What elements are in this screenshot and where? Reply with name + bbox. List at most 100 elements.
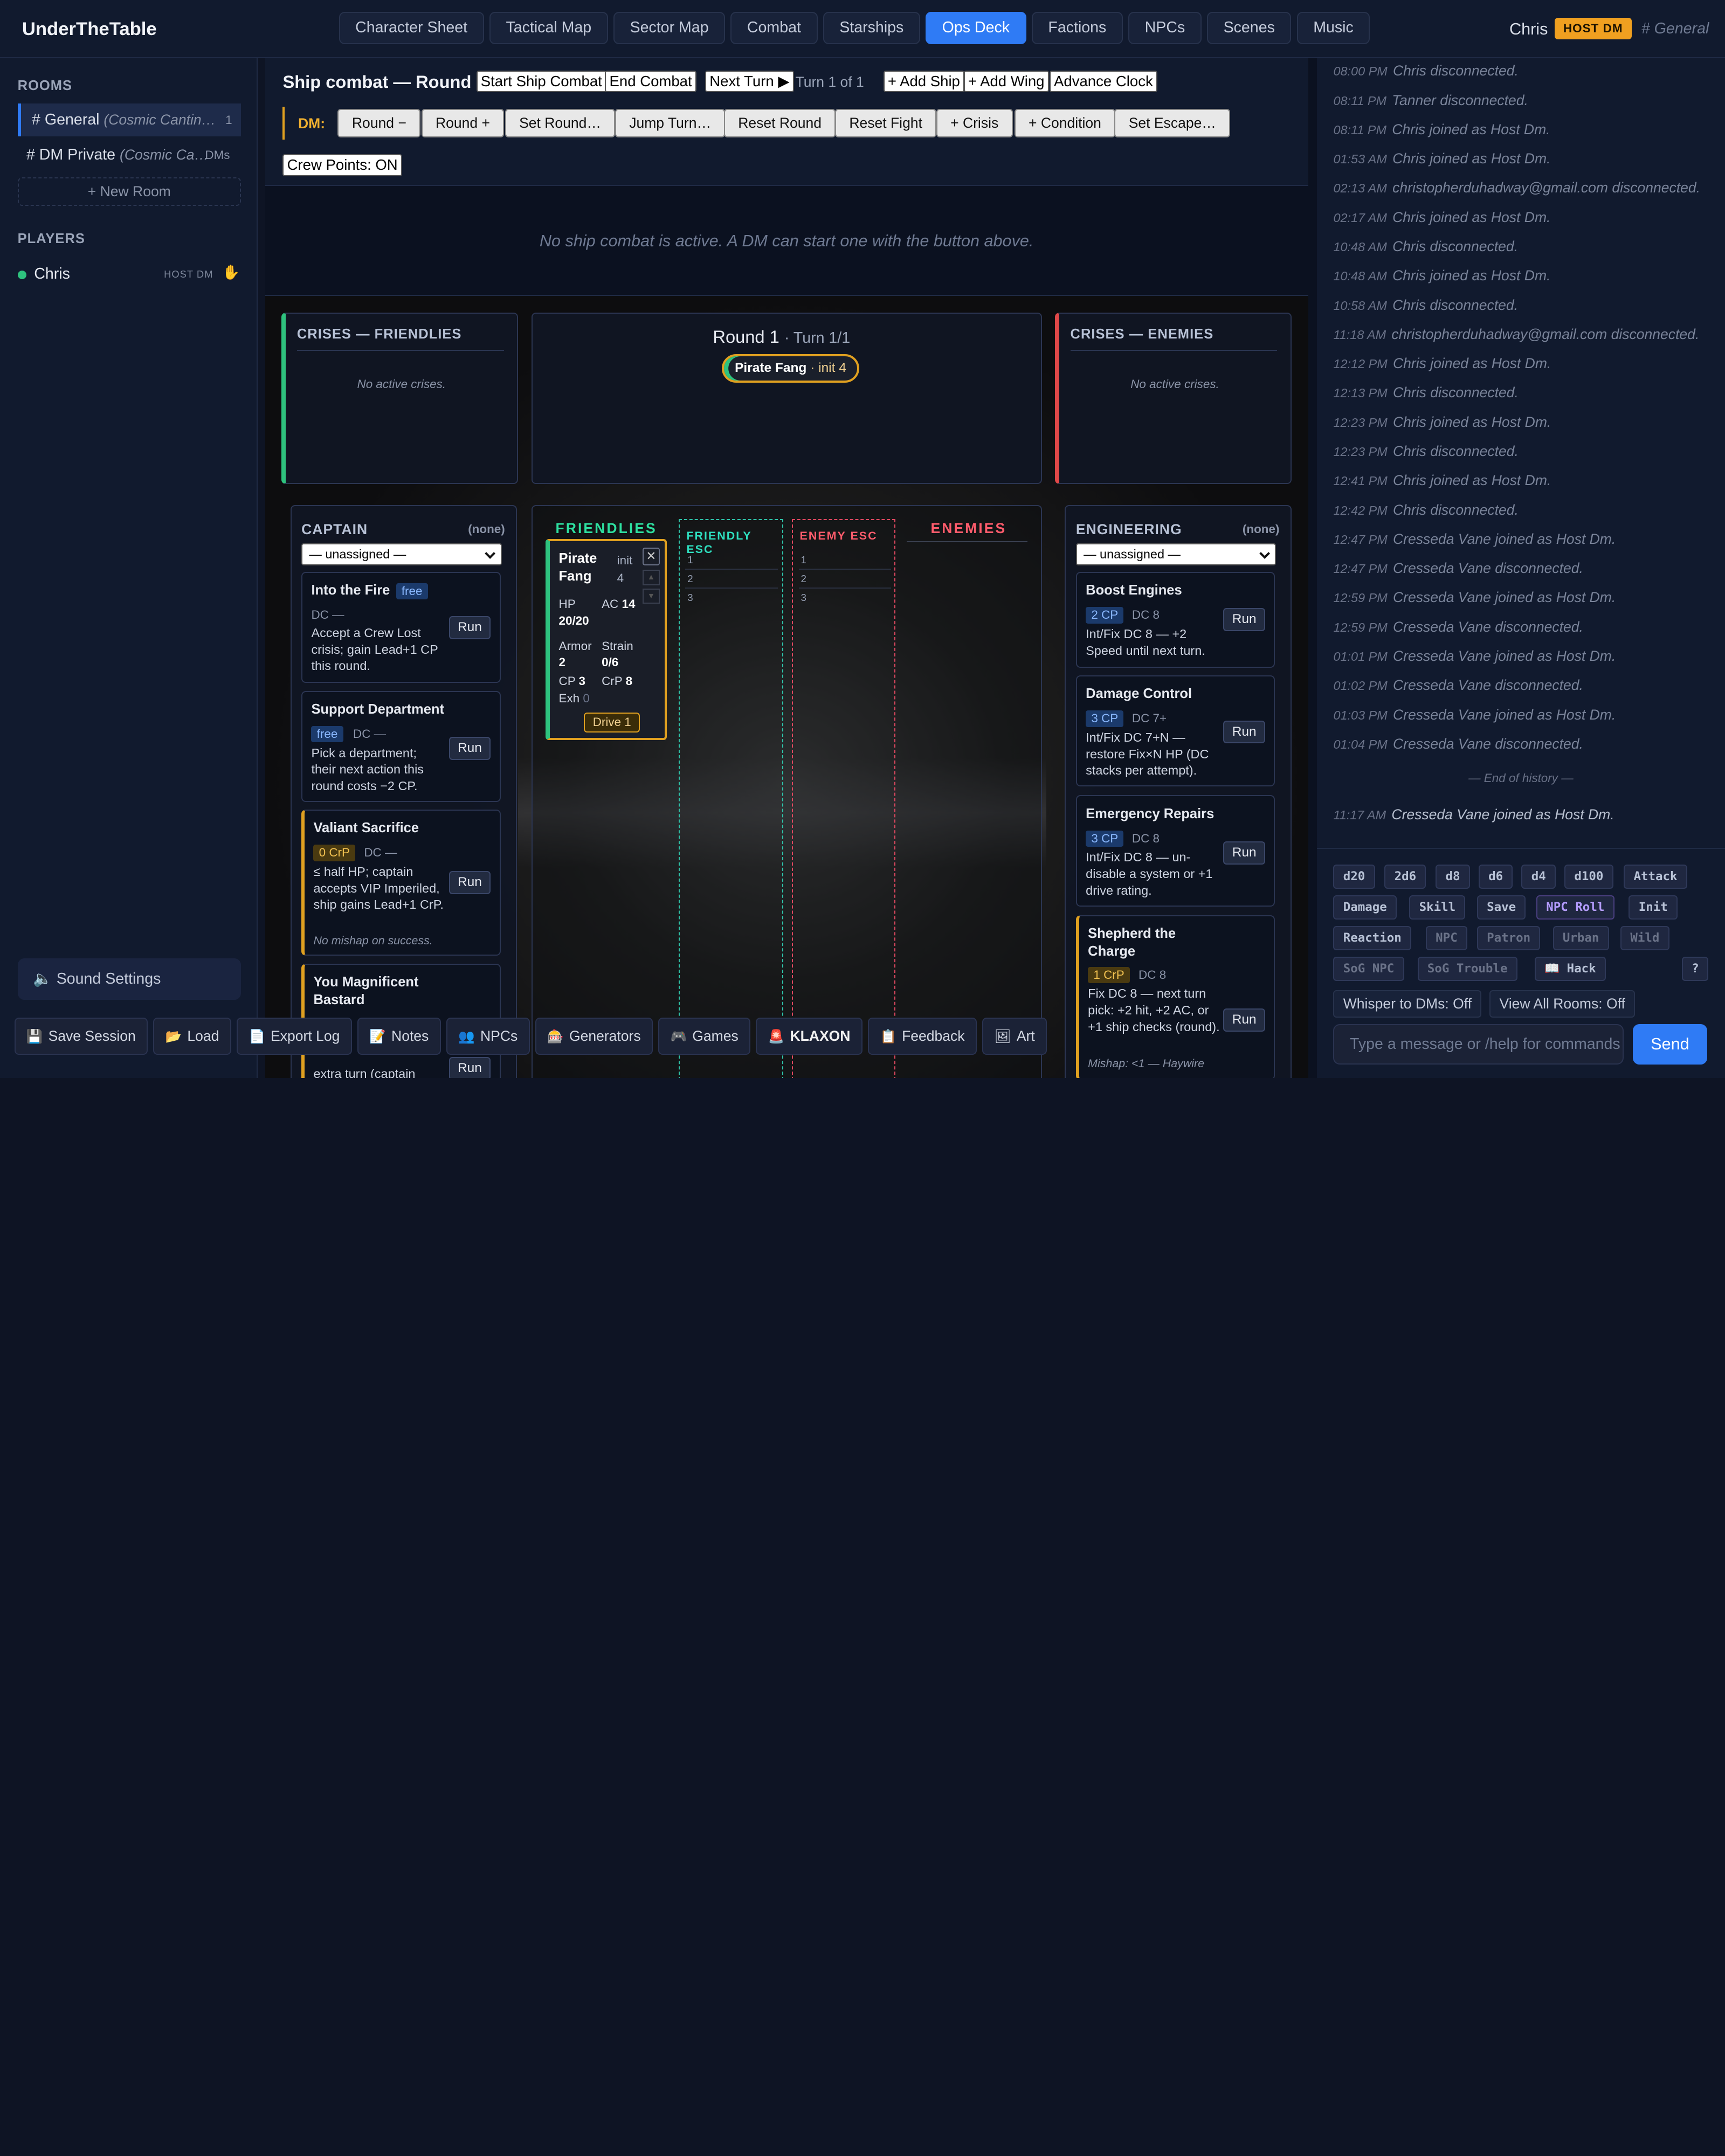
- run-action-button[interactable]: Run: [448, 1057, 491, 1078]
- dice-chip-npc-roll[interactable]: NPC Roll: [1536, 895, 1614, 920]
- tab-combat[interactable]: Combat: [730, 12, 818, 44]
- escape-slot[interactable]: 3: [685, 589, 777, 607]
- help-button[interactable]: ?: [1682, 957, 1709, 982]
- round-minus-button[interactable]: Round −: [337, 109, 421, 138]
- set-round-button[interactable]: Set Round…: [505, 109, 616, 138]
- dice-chip-sog-npc[interactable]: SoG NPC: [1333, 957, 1404, 982]
- initiative-pill[interactable]: Pirate Fang · init 4: [721, 354, 860, 383]
- crew-points-toggle[interactable]: Crew Points: ON: [282, 154, 402, 176]
- player-item[interactable]: Chris HOST DM ✋: [17, 264, 241, 286]
- escape-slot[interactable]: 3: [799, 589, 891, 607]
- dice-chip-patron[interactable]: Patron: [1476, 926, 1541, 951]
- dice-chip-sog-trouble[interactable]: SoG Trouble: [1417, 957, 1517, 982]
- add-wing-button[interactable]: + Add Wing: [963, 70, 1049, 93]
- dice-chip-2d6[interactable]: 2d6: [1384, 865, 1426, 889]
- end-combat-button[interactable]: End Combat: [605, 70, 696, 93]
- engineering-assign-select[interactable]: — unassigned —: [1075, 543, 1276, 565]
- dice-chip-d20[interactable]: d20: [1333, 865, 1375, 889]
- run-action-button[interactable]: Run: [448, 737, 491, 761]
- save-session-button[interactable]: 💾 Save Session: [14, 1017, 148, 1055]
- export-log-button[interactable]: 📄 Export Log: [237, 1017, 352, 1055]
- add-ship-button[interactable]: + Add Ship: [883, 70, 964, 93]
- reset-round-button[interactable]: Reset Round: [723, 109, 836, 138]
- run-action-button[interactable]: Run: [1223, 841, 1265, 865]
- chat-log[interactable]: 08:00 PM Chris disconnected. 08:11 PM Tanne…: [1317, 58, 1725, 850]
- round-plus-button[interactable]: Round +: [421, 109, 505, 138]
- dice-chip-attack[interactable]: Attack: [1624, 865, 1687, 889]
- advance-clock-button[interactable]: Advance Clock: [1049, 70, 1157, 93]
- games-button[interactable]: 🎮 Games: [658, 1017, 751, 1055]
- escape-slot[interactable]: 2: [798, 570, 891, 589]
- message-time: 12:59 PM: [1333, 620, 1388, 634]
- dice-chip-hack-hack[interactable]: 📖 Hack: [1534, 957, 1606, 982]
- ship-card-pirate-fang[interactable]: Pirate Fang init 4 ✕ ▲ ▼ HP 20/20 AC 14 A…: [546, 538, 667, 741]
- run-action-button[interactable]: Run: [1223, 1008, 1265, 1032]
- npcs-button[interactable]: 👥 NPCs: [446, 1017, 530, 1055]
- dice-chip-npc[interactable]: NPC: [1425, 926, 1468, 951]
- remove-ship-close-icon[interactable]: ✕: [642, 548, 660, 565]
- escape-slot[interactable]: 1: [685, 551, 778, 570]
- chat-message-input[interactable]: Type a message or /help for commands: [1333, 1024, 1624, 1065]
- notes-button[interactable]: 📝 Notes: [357, 1017, 441, 1055]
- run-action-button[interactable]: Run: [1223, 720, 1265, 744]
- message-text: Tanner disconnected.: [1392, 92, 1528, 108]
- load-button[interactable]: 📂 Load: [153, 1017, 231, 1055]
- art-button[interactable]: 🖼 Art: [982, 1017, 1047, 1055]
- dice-chip-d6[interactable]: d6: [1478, 865, 1513, 889]
- tab-factions[interactable]: Factions: [1031, 12, 1123, 44]
- escape-slot[interactable]: 2: [685, 570, 778, 589]
- tab-tactical-map[interactable]: Tactical Map: [489, 12, 608, 44]
- message-time: 01:04 PM: [1333, 737, 1388, 751]
- set-escape-button[interactable]: Set Escape…: [1114, 109, 1231, 138]
- tab-music[interactable]: Music: [1296, 12, 1370, 44]
- move-up-icon[interactable]: ▲: [642, 569, 660, 585]
- message-time: 11:18 AM: [1333, 327, 1386, 342]
- view-all-rooms-toggle[interactable]: View All Rooms: Off: [1489, 990, 1636, 1018]
- tab-scenes[interactable]: Scenes: [1207, 12, 1292, 44]
- next-turn-button[interactable]: Next Turn ▶: [705, 70, 794, 93]
- tab-npcs[interactable]: NPCs: [1128, 12, 1202, 44]
- dice-chip-init[interactable]: Init: [1629, 895, 1678, 920]
- tab-character-sheet[interactable]: Character Sheet: [339, 12, 484, 44]
- strain-label: Strain: [602, 639, 633, 653]
- dice-chip-reaction[interactable]: Reaction: [1333, 926, 1412, 951]
- whisper-to-dms-toggle[interactable]: Whisper to DMs: Off: [1333, 990, 1482, 1018]
- tab-ops-deck[interactable]: Ops Deck: [926, 12, 1026, 44]
- move-down-icon[interactable]: ▼: [642, 588, 660, 604]
- room-item-dm-private[interactable]: # DM Private (Cosmic Ca… DMs: [16, 139, 239, 171]
- send-button[interactable]: Send: [1632, 1024, 1708, 1065]
- escape-slot[interactable]: 1: [798, 551, 891, 570]
- panel-splitter[interactable]: [1308, 58, 1317, 1078]
- dice-chip-damage[interactable]: Damage: [1333, 895, 1397, 920]
- new-room-button[interactable]: + New Room: [17, 177, 241, 206]
- dice-chip-d8[interactable]: d8: [1436, 865, 1470, 889]
- jump-turn-button[interactable]: Jump Turn…: [615, 109, 726, 138]
- room-item-general[interactable]: # General (Cosmic Cantin… 1: [17, 103, 241, 137]
- dice-chip-skill[interactable]: Skill: [1409, 895, 1466, 920]
- ship-crp-stat: CrP 8: [602, 673, 632, 690]
- ac-value: 14: [622, 597, 636, 611]
- feedback-button[interactable]: 📋 Feedback: [868, 1017, 977, 1055]
- drive-badge[interactable]: Drive 1: [584, 713, 640, 733]
- run-action-button[interactable]: Run: [448, 871, 491, 895]
- tab-starships[interactable]: Starships: [823, 12, 920, 44]
- action-description: ≤ half HP; captain accepts VIP Imperiled…: [313, 864, 444, 912]
- klaxon-button[interactable]: 🚨 KLAXON: [756, 1017, 862, 1055]
- ship-cp-stat: CP 3: [558, 673, 585, 690]
- start-ship-combat-button[interactable]: Start Ship Combat: [476, 70, 606, 93]
- add-crisis-button[interactable]: + Crisis: [936, 109, 1013, 138]
- dice-chip-save[interactable]: Save: [1476, 895, 1526, 920]
- sound-settings-button[interactable]: 🔈 Sound Settings: [17, 958, 241, 1000]
- tab-sector-map[interactable]: Sector Map: [613, 12, 726, 44]
- run-action-button[interactable]: Run: [448, 616, 491, 639]
- dice-chip-wild[interactable]: Wild: [1620, 926, 1669, 951]
- captain-assign-select[interactable]: — unassigned —: [301, 543, 502, 565]
- dice-chip-urban[interactable]: Urban: [1552, 926, 1609, 951]
- add-condition-button[interactable]: + Condition: [1014, 109, 1116, 138]
- generators-button[interactable]: 🎰 Generators: [535, 1017, 653, 1055]
- run-action-button[interactable]: Run: [1223, 608, 1265, 632]
- dice-chip-d100[interactable]: d100: [1564, 865, 1613, 889]
- raise-hand-icon[interactable]: ✋: [222, 264, 240, 281]
- dice-chip-d4[interactable]: d4: [1521, 865, 1556, 889]
- reset-fight-button[interactable]: Reset Fight: [834, 109, 937, 138]
